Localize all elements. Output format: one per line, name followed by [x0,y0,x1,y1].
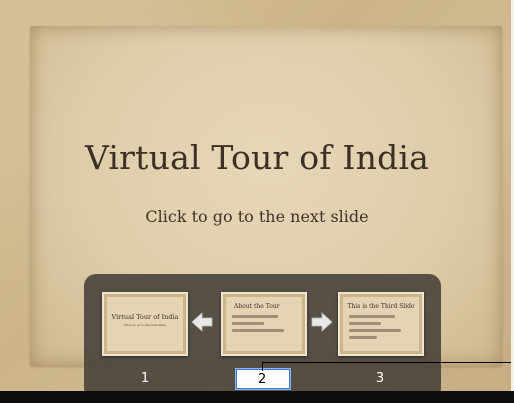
thumbnail-bullets [232,315,302,332]
thumbnail-content: About the Tour [226,297,302,351]
thumbnail-title: About the Tour [234,303,280,310]
slide-title: Virtual Tour of India [84,138,430,177]
arrow-left-icon[interactable] [190,310,214,334]
thumbnail-content: This is the Third Slide [343,297,419,351]
thumbnail-bullet [232,322,264,325]
thumbnail-bullet [232,315,278,318]
arrow-right-icon[interactable] [310,310,334,334]
slide-thumbnail-1[interactable]: Virtual Tour of India Click to go to the… [102,292,188,356]
slide-subtitle[interactable]: Click to go to the next slide [0,207,514,226]
slide-navigator: Virtual Tour of India Click to go to the… [84,274,441,400]
thumbnail-bullet [349,322,381,325]
slide-canvas[interactable]: Virtual Tour of India Click to go to the… [0,0,514,403]
slide-thumbnail-2[interactable]: About the Tour [221,292,307,356]
slide-number-input[interactable]: 2 [235,368,291,390]
thumbnail-bullet [349,315,395,318]
slide-number-1: 1 [140,371,150,386]
slide-number-3: 3 [375,371,385,386]
thumbnail-title: Virtual Tour of India [111,313,179,321]
thumbnail-bullet [349,336,377,339]
thumbnail-bullet [232,329,284,332]
slide-thumbnail-3[interactable]: This is the Third Slide [338,292,424,356]
thumbnail-subtitle: Click to go to the next slide [124,323,166,327]
thumbnail-content: Virtual Tour of India Click to go to the… [107,297,183,351]
bottom-bar [0,391,514,403]
thumbnail-title: This is the Third Slide [347,303,415,310]
callout-leader-line [262,362,514,371]
thumbnail-bullet [349,329,401,332]
thumbnail-bullets [349,315,419,339]
